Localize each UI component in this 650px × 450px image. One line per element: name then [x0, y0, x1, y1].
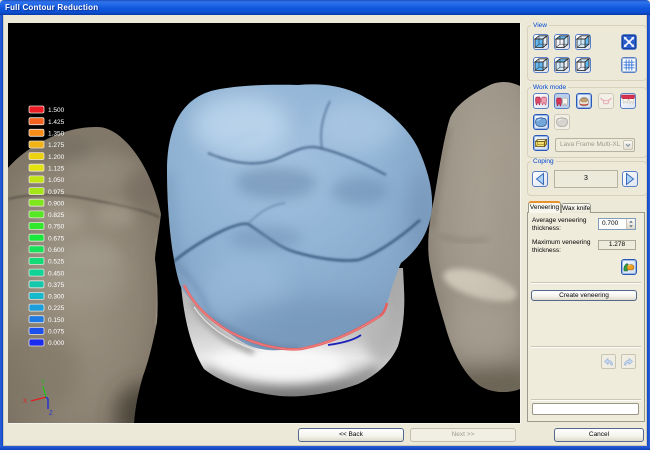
svg-text:1.275: 1.275: [48, 142, 65, 149]
svg-text:0.900: 0.900: [48, 200, 65, 207]
svg-text:0.000: 0.000: [48, 340, 65, 347]
svg-text:1.125: 1.125: [48, 165, 65, 172]
svg-text:0.975: 0.975: [48, 189, 65, 196]
svg-text:0.600: 0.600: [48, 247, 65, 254]
svg-text:1.500: 1.500: [48, 107, 65, 114]
svg-text:Y: Y: [41, 380, 45, 386]
svg-text:0.225: 0.225: [48, 305, 65, 312]
svg-text:1.050: 1.050: [48, 177, 65, 184]
svg-text:0.150: 0.150: [48, 317, 65, 324]
svg-text:0.675: 0.675: [48, 235, 65, 242]
svg-text:1.200: 1.200: [48, 154, 65, 161]
svg-text:1.425: 1.425: [48, 119, 65, 126]
svg-text:0.300: 0.300: [48, 294, 65, 301]
svg-text:0.750: 0.750: [48, 224, 65, 231]
svg-text:0.375: 0.375: [48, 282, 65, 289]
svg-text:0.525: 0.525: [48, 259, 65, 266]
svg-text:Z: Z: [49, 411, 53, 417]
svg-text:X: X: [23, 399, 27, 405]
svg-text:0.825: 0.825: [48, 212, 65, 219]
svg-text:0.075: 0.075: [48, 329, 65, 336]
svg-text:1.350: 1.350: [48, 131, 65, 138]
svg-text:0.450: 0.450: [48, 270, 65, 277]
